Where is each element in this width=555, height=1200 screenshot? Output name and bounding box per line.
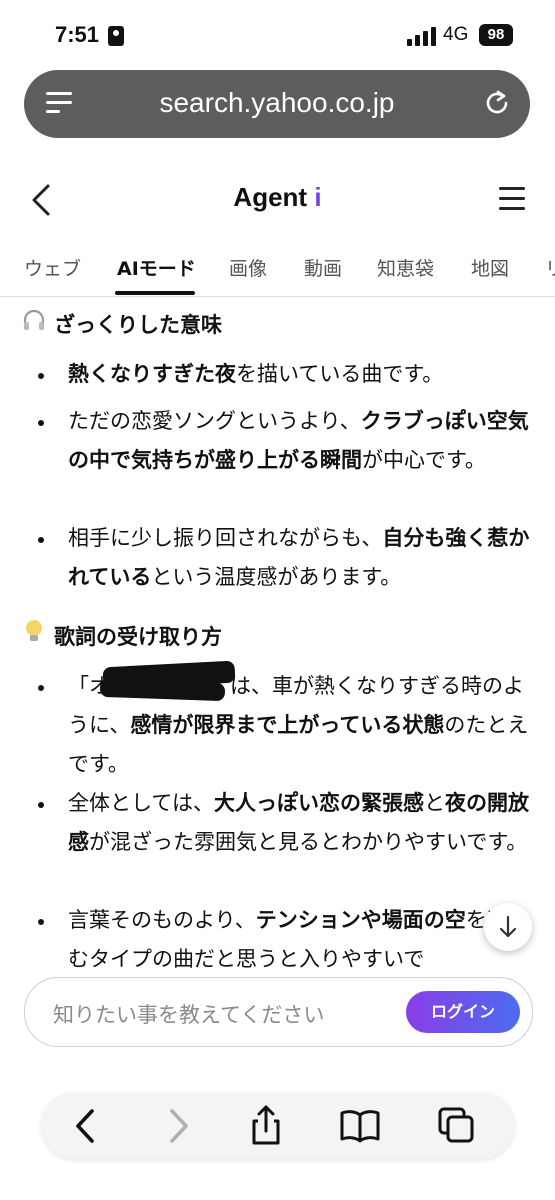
search-tabs: ウェブ AIモード 画像 動画 知恵袋 地図 リ xyxy=(0,244,555,297)
arrow-down-icon xyxy=(498,915,518,943)
tab-ai-mode[interactable]: AIモード xyxy=(117,254,196,281)
headphones-icon xyxy=(22,308,48,337)
bullet-dot xyxy=(38,537,44,543)
tab-images[interactable]: 画像 xyxy=(229,254,267,281)
section-title: ざっくりした意味 xyxy=(22,308,222,339)
lightbulb-icon xyxy=(22,618,48,649)
answer-content: ざっくりした意味 熱くなりすぎた夜を描いている曲です。 ただの恋愛ソングというよ… xyxy=(0,297,555,975)
scroll-down-button[interactable] xyxy=(484,903,532,951)
brand-name: Agent xyxy=(233,182,308,212)
forward-icon[interactable] xyxy=(156,1105,200,1147)
tab-web[interactable]: ウェブ xyxy=(24,254,81,281)
contact-card-icon xyxy=(108,26,124,46)
url-text[interactable]: search.yahoo.co.jp xyxy=(24,87,530,119)
bullet-dot xyxy=(38,685,44,691)
brand-accent: i xyxy=(314,182,322,212)
bullet-dot xyxy=(38,373,44,379)
list-item: 熱くなりすぎた夜を描いている曲です。 xyxy=(68,362,444,386)
login-button[interactable]: ログイン xyxy=(406,991,520,1033)
share-icon[interactable] xyxy=(244,1105,288,1147)
prompt-input[interactable]: 知りたい事を教えてください ログイン xyxy=(24,977,533,1047)
battery-indicator: 98 xyxy=(479,24,513,46)
tabs-icon[interactable] xyxy=(436,1105,480,1147)
tab-chiebukuro[interactable]: 知恵袋 xyxy=(377,254,434,281)
brand-logo: Agent i xyxy=(0,182,555,213)
address-bar[interactable]: search.yahoo.co.jp xyxy=(24,70,530,138)
reload-icon[interactable] xyxy=(482,88,512,118)
bookmarks-icon[interactable] xyxy=(338,1105,382,1147)
list-item: 相手に少し振り回されながらも、自分も強く惹かれているという温度感があります。 xyxy=(68,526,530,589)
bullet-dot xyxy=(38,420,44,426)
list-item: 言葉そのものより、テンションや場面の空を楽しむタイプの曲だと思うと入りやすいで xyxy=(68,908,529,971)
status-time: 7:51 xyxy=(55,22,100,47)
bullet-dot xyxy=(38,919,44,925)
section-title-text: 歌詞の受け取り方 xyxy=(54,625,222,649)
status-bar: 7:51 4G 98 xyxy=(0,0,555,70)
bullet-dot xyxy=(38,802,44,808)
network-type: 4G xyxy=(443,24,469,45)
app-header: Agent i xyxy=(0,170,555,230)
list-item: 全体としては、大人っぽい恋の緊張感と夜の開放感が混ざった雰囲気と見るとわかりやす… xyxy=(68,791,529,854)
prompt-placeholder[interactable]: 知りたい事を教えてください xyxy=(53,999,324,1029)
tab-videos[interactable]: 動画 xyxy=(304,254,342,281)
list-item: ただの恋愛ソングというより、クラブっぽい空気の中で気持ちが盛り上がる瞬間が中心で… xyxy=(68,409,529,472)
hamburger-menu-icon[interactable] xyxy=(499,187,525,211)
section-title: 歌詞の受け取り方 xyxy=(22,618,222,651)
back-icon[interactable] xyxy=(64,1105,108,1147)
browser-toolbar xyxy=(42,1093,514,1159)
section-title-text: ざっくりした意味 xyxy=(54,313,222,337)
signal-icon xyxy=(407,26,437,46)
tab-maps[interactable]: 地図 xyxy=(471,254,509,281)
active-tab-indicator xyxy=(115,291,195,295)
tab-more[interactable]: リ xyxy=(545,254,555,281)
